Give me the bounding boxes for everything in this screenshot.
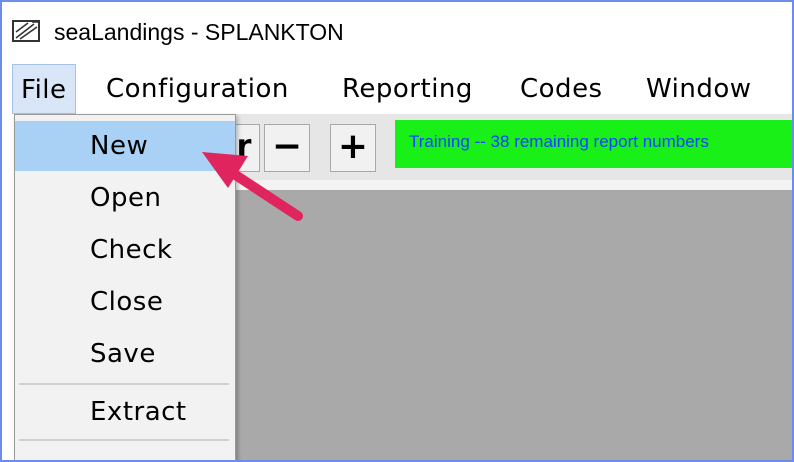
menu-item-close[interactable]: Close <box>15 277 235 327</box>
menu-item-open[interactable]: Open <box>15 173 235 223</box>
menu-configuration[interactable]: Configuration <box>98 64 297 114</box>
file-dropdown-menu: New Open Check Close Save Extract <box>14 114 236 460</box>
title-bar: seaLandings - SPLANKTON <box>2 2 792 64</box>
menu-item-save[interactable]: Save <box>15 329 235 379</box>
status-text: Training -- 38 remaining report numbers <box>409 132 709 151</box>
workspace-border <box>232 180 792 190</box>
minus-button[interactable]: − <box>264 124 310 172</box>
menu-reporting[interactable]: Reporting <box>334 64 481 114</box>
status-banner: Training -- 38 remaining report numbers <box>395 120 792 168</box>
menu-item-extract[interactable]: Extract <box>15 387 235 437</box>
plus-button[interactable]: + <box>330 124 376 172</box>
window-title: seaLandings - SPLANKTON <box>54 19 344 45</box>
menu-separator <box>19 383 229 385</box>
menu-bar: File Configuration Reporting Codes Windo… <box>2 64 792 114</box>
menu-item-check[interactable]: Check <box>15 225 235 275</box>
menu-item-new[interactable]: New <box>15 121 235 171</box>
workspace-area <box>232 190 792 460</box>
menu-codes[interactable]: Codes <box>512 64 611 114</box>
app-window: seaLandings - SPLANKTON File Configurati… <box>0 0 794 462</box>
menu-file[interactable]: File <box>12 64 76 114</box>
sealandings-app-icon <box>12 18 42 44</box>
menu-window[interactable]: Window <box>638 64 760 114</box>
menu-separator <box>19 439 229 441</box>
